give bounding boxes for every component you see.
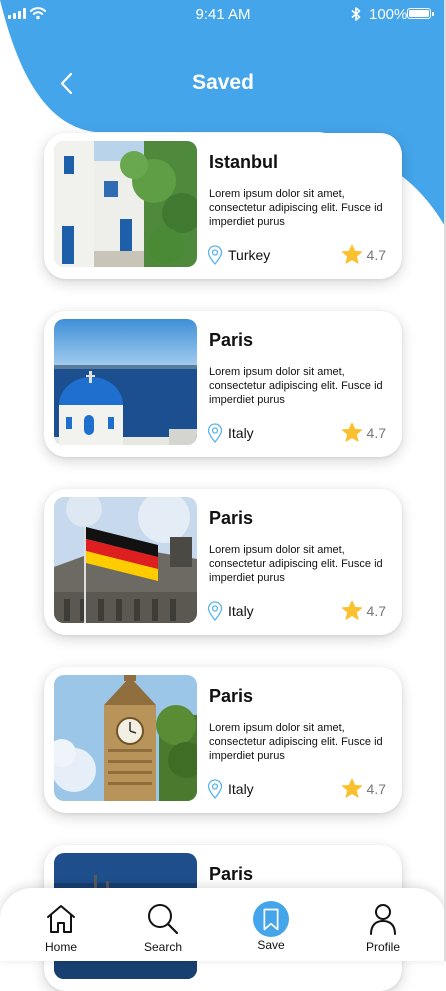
tab-save-label: Save — [257, 938, 285, 952]
rating-value: 4.7 — [366, 780, 386, 797]
tab-home[interactable]: Home — [16, 901, 106, 959]
place-city: Istanbul — [209, 152, 279, 172]
star-icon — [341, 422, 362, 442]
tab-profile-label: Profile — [365, 940, 400, 954]
location-pin-icon — [207, 779, 223, 799]
bottom-tab-bar: Home Search Save Profile — [0, 888, 446, 961]
saved-card[interactable]: Istanbul Lorem ipsum dolor sit amet, con… — [44, 133, 402, 279]
battery-percentage: 100% — [369, 6, 408, 23]
place-photo — [54, 497, 197, 623]
location-pin-icon — [207, 601, 223, 621]
place-description: Lorem ipsum dolor sit amet, consectetur … — [209, 188, 383, 228]
place-location: Italy — [207, 779, 254, 799]
place-country: Turkey — [228, 247, 271, 263]
header: Saved — [0, 62, 446, 106]
saved-card[interactable]: Paris Lorem ipsum dolor sit amet, consec… — [44, 489, 402, 635]
place-location: Italy — [207, 601, 254, 621]
place-country: Italy — [228, 603, 254, 619]
star-icon — [341, 244, 362, 264]
tab-home-label: Home — [44, 940, 77, 954]
place-rating: 4.7 — [341, 244, 386, 265]
saved-card[interactable]: Paris Lorem ipsum dolor sit amet, consec… — [44, 667, 402, 813]
bookmark-icon — [253, 901, 289, 937]
tab-search-label: Search — [143, 940, 183, 954]
bluetooth-icon — [351, 7, 361, 21]
status-bar: 9:41 AM 100% — [0, 0, 446, 30]
search-icon — [148, 904, 179, 935]
place-country: Italy — [228, 781, 254, 797]
saved-card[interactable]: Paris Lorem ipsum dolor sit amet, consec… — [44, 311, 402, 457]
saved-list: Istanbul Lorem ipsum dolor sit amet, con… — [0, 0, 446, 991]
rating-value: 4.7 — [366, 424, 386, 441]
home-icon — [47, 905, 75, 933]
place-rating: 4.7 — [341, 422, 386, 443]
tab-search[interactable]: Search — [118, 901, 208, 959]
place-rating: 4.7 — [341, 600, 386, 621]
place-city: Paris — [209, 330, 254, 350]
place-photo — [54, 675, 197, 801]
place-location: Italy — [207, 423, 254, 443]
star-icon — [341, 778, 362, 798]
place-description: Lorem ipsum dolor sit amet, consectetur … — [209, 544, 383, 584]
location-pin-icon — [207, 245, 223, 265]
place-location: Turkey — [207, 245, 270, 265]
user-icon — [370, 904, 396, 935]
place-rating: 4.7 — [341, 778, 386, 799]
tab-save[interactable]: Save — [226, 901, 316, 959]
battery-icon — [407, 8, 434, 19]
place-city: Paris — [209, 686, 254, 706]
page-title: Saved — [192, 71, 254, 94]
location-pin-icon — [207, 423, 223, 443]
place-photo — [54, 319, 197, 445]
place-description: Lorem ipsum dolor sit amet, consectetur … — [209, 366, 383, 406]
rating-value: 4.7 — [366, 602, 386, 619]
place-country: Italy — [228, 425, 254, 441]
star-icon — [341, 600, 362, 620]
place-description: Lorem ipsum dolor sit amet, consectetur … — [209, 722, 383, 762]
place-city: Paris — [209, 864, 254, 884]
tab-profile[interactable]: Profile — [338, 901, 428, 959]
place-city: Paris — [209, 508, 254, 528]
place-photo — [54, 141, 197, 267]
rating-value: 4.7 — [366, 246, 386, 263]
